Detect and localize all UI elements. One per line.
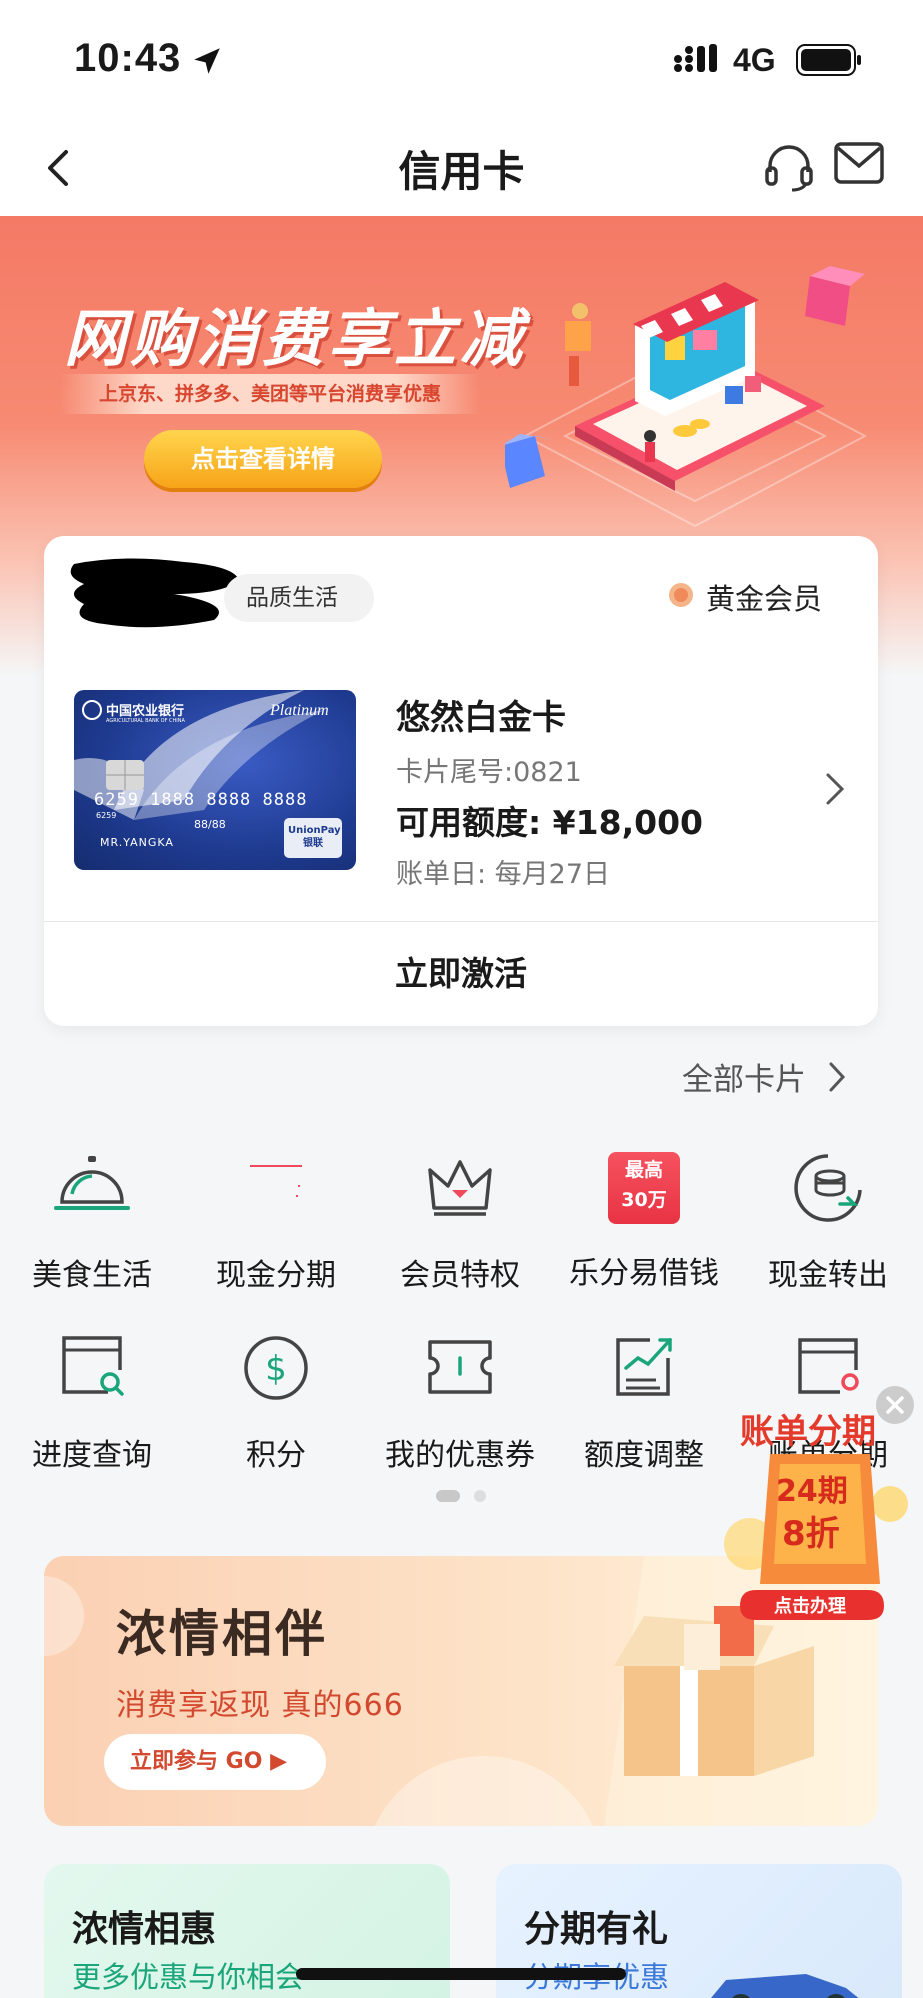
chevron-right-icon[interactable]	[822, 770, 848, 808]
location-arrow-icon	[194, 48, 220, 74]
promo-title: 浓情相伴	[116, 1605, 328, 1663]
card-valid: 88/88	[194, 818, 226, 831]
signal-icon	[674, 44, 717, 72]
grid-item-coupons[interactable]: 我的优惠券	[368, 1330, 552, 1474]
cash-installment-icon	[250, 1165, 302, 1197]
card-image[interactable]: 中国农业银行 AGRICULTURAL BANK OF CHINA Platin…	[74, 690, 356, 870]
chevron-right-icon[interactable]	[826, 1060, 848, 1094]
grid-label: 会员特权	[400, 1258, 520, 1293]
all-cards-link[interactable]: 全部卡片	[682, 1054, 806, 1099]
card-bank-name: 中国农业银行	[106, 704, 185, 719]
grid-item-dining[interactable]: 美食生活	[0, 1150, 184, 1294]
hero-title: 网购消费享立减	[64, 302, 527, 375]
handle-now-button[interactable]: 点击办理	[774, 1592, 846, 1618]
bottom-card-title: 分期有礼	[524, 1909, 669, 1950]
card-number-prefix: 6259	[96, 811, 117, 820]
loan-badge-bottom: 30万	[621, 1189, 667, 1211]
unionpay-logo: UnionPay 银联	[288, 825, 341, 849]
join-now-button[interactable]: 立即参与 GO ▶	[104, 1734, 326, 1790]
view-details-button[interactable]: 点击查看详情	[144, 430, 382, 488]
floating-promo-title: 账单分期	[740, 1412, 876, 1452]
member-level: 黄金会员	[706, 582, 823, 616]
coins-transfer-icon	[794, 1154, 862, 1222]
gold-member-icon	[669, 583, 693, 607]
car-illustration	[711, 1974, 859, 1998]
bill-day: 账单日: 每月27日	[396, 859, 611, 890]
card-tier: Platinum	[270, 702, 329, 719]
hero-subtitle: 上京东、拼多多、美团等平台消费享优惠	[60, 374, 480, 414]
close-promo-button[interactable]	[876, 1386, 914, 1424]
card-tail-number: 卡片尾号:0821	[396, 757, 582, 788]
floating-promo-discount: 8折	[782, 1514, 840, 1554]
redacted-username	[70, 558, 240, 628]
page-indicator	[436, 1490, 486, 1502]
card-bank-name-en: AGRICULTURAL BANK OF CHINA	[106, 718, 185, 724]
network-type: 4G	[733, 42, 776, 78]
grid-label: 现金转出	[768, 1258, 888, 1293]
floating-promo-period: 24期	[776, 1474, 848, 1509]
mail-icon[interactable]	[834, 142, 884, 184]
floating-promo[interactable]: 账单分期 24期 8折 点击办理	[700, 1394, 923, 1634]
card-holder: MR.YANGKA	[100, 836, 174, 849]
activate-button[interactable]: 立即激活	[44, 922, 878, 1026]
points-dollar-icon: $	[244, 1336, 308, 1400]
grid-item-progress[interactable]: 进度查询	[0, 1330, 184, 1474]
grid-item-loan[interactable]: 最高 30万 乐分易借钱	[552, 1150, 736, 1292]
bottom-card-title: 浓情相惠	[72, 1909, 217, 1950]
grid-label: 进度查询	[32, 1438, 152, 1473]
bottom-card-subtitle: 更多优惠与你相会	[72, 1960, 305, 1994]
loan-badge-top: 最高	[624, 1159, 663, 1181]
grid-label: 美食生活	[32, 1258, 152, 1293]
tier-tag: 品质生活	[224, 574, 374, 622]
progress-search-icon	[62, 1336, 124, 1396]
grid-item-cash-transfer[interactable]: 现金转出	[736, 1150, 920, 1294]
status-time: 10:43	[74, 36, 182, 80]
dining-cloche-icon	[54, 1156, 130, 1210]
credit-card-panel: 品质生活 黄金会员 中国农业银行 AGRICULTURAL BANK OF CH…	[44, 536, 878, 1026]
crown-icon	[428, 1160, 492, 1216]
grid-item-member-privilege[interactable]: 会员特权	[368, 1150, 552, 1294]
customer-service-icon[interactable]	[762, 140, 816, 194]
promo-subtitle: 消费享返现 真的666	[116, 1688, 404, 1723]
battery-icon	[796, 44, 861, 76]
grid-label: 乐分易借钱	[569, 1256, 719, 1291]
limit-chart-icon	[616, 1338, 672, 1396]
grid-label: 现金分期	[216, 1258, 336, 1293]
card-name: 悠然白金卡	[396, 698, 566, 738]
status-bar: 10:43 4G	[0, 0, 923, 120]
close-icon	[886, 1396, 904, 1414]
grid-label: 我的优惠券	[385, 1438, 535, 1473]
svg-text:$: $	[265, 1349, 287, 1389]
grid-item-cash-installment[interactable]: 现金分期	[184, 1150, 368, 1294]
loan-badge-icon: 最高 30万	[608, 1152, 680, 1224]
coupon-icon	[428, 1340, 492, 1394]
grid-item-points[interactable]: $ 积分	[184, 1330, 368, 1474]
home-indicator[interactable]	[296, 1968, 626, 1980]
nav-bar: 信用卡	[0, 120, 923, 216]
card-number: 6259 1888 8888 8888	[94, 790, 308, 810]
available-limit: 可用额度: ¥18,000	[396, 803, 703, 842]
shopping-phone-illustration	[505, 266, 868, 528]
grid-label: 积分	[246, 1438, 306, 1473]
